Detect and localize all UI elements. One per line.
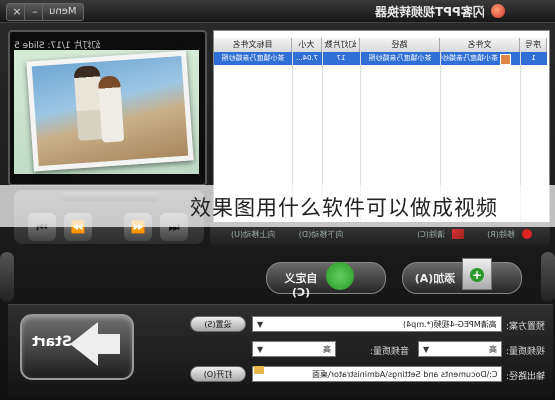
- folder-icon: [254, 366, 264, 374]
- output-path-field[interactable]: C:\Documents and Settings\Administrator\…: [252, 366, 502, 382]
- window-title: 闪客PPT视频转换器: [375, 5, 485, 19]
- move-up-button[interactable]: 向上移动(U): [222, 229, 284, 240]
- open-button[interactable]: 打开(O): [190, 366, 246, 382]
- add-button-label: 添加(A): [414, 272, 456, 285]
- chevron-down-icon: ▼: [423, 345, 430, 354]
- remove-icon[interactable]: [522, 229, 532, 239]
- menu-button[interactable]: Menu: [42, 3, 84, 21]
- customize-button-label: 自定义(C): [284, 272, 318, 299]
- cell-size: 7.04...: [295, 54, 319, 62]
- audio-quality-label: 音频质量:: [370, 347, 410, 357]
- move-down-button[interactable]: 向下移动(D): [290, 229, 352, 240]
- right-side-arrow[interactable]: [541, 252, 555, 302]
- start-arrow-icon: [70, 322, 98, 366]
- chevron-down-icon: ▼: [257, 320, 264, 329]
- audio-quality-dropdown[interactable]: ▼ 高: [252, 341, 336, 357]
- cell-path: 茶小镇度乃亲婚纱照: [368, 54, 432, 62]
- left-side-arrow[interactable]: [0, 252, 14, 302]
- cell-slides: 17: [336, 54, 346, 62]
- preset-dropdown[interactable]: ▼ 高清MPEG-4视频(*.mp4): [252, 316, 502, 332]
- ppt-file-icon: [500, 54, 511, 65]
- cell-filename: 茶小镇度乃亲婚纱照: [440, 54, 498, 62]
- preset-value: 高清MPEG-4视频(*.mp4): [403, 320, 497, 329]
- cell-index: 1: [531, 54, 536, 62]
- preset-label: 预置方案:: [506, 322, 546, 332]
- clear-icon[interactable]: [452, 229, 464, 239]
- video-quality-dropdown[interactable]: ▼ 高: [418, 341, 502, 357]
- caption-text: 效果图用什么软件可以做成视频: [190, 196, 498, 220]
- col-size[interactable]: 大小: [292, 38, 322, 52]
- col-path[interactable]: 路径: [360, 38, 440, 52]
- app-logo-icon: [491, 4, 505, 18]
- start-arrow-tail: [96, 334, 120, 354]
- col-slides[interactable]: 幻灯片数: [322, 38, 360, 52]
- audio-quality-value: 高: [323, 345, 331, 354]
- col-target[interactable]: 目标文件名: [214, 38, 292, 52]
- settings-button[interactable]: 设置(S): [190, 316, 246, 332]
- clear-button[interactable]: 清除(C): [412, 229, 450, 240]
- add-plus-icon: +: [470, 268, 484, 282]
- output-path-value: C:\Documents and Settings\Administrator\…: [311, 370, 497, 379]
- output-path-label: 输出路径:: [506, 372, 546, 382]
- col-filename[interactable]: 文件名: [440, 38, 520, 52]
- video-quality-label: 视频质量:: [506, 347, 546, 357]
- remove-button[interactable]: 移除(R): [482, 229, 520, 240]
- menu-label: Menu: [49, 6, 77, 17]
- cell-target: 茶小镇度乃亲婚纱照: [221, 54, 285, 62]
- customize-tools-icon: [326, 262, 354, 290]
- photo-person-woman: [97, 75, 125, 143]
- start-label: Start: [32, 334, 72, 350]
- col-index[interactable]: 序号: [520, 38, 547, 52]
- video-quality-value: 高: [489, 345, 497, 354]
- chevron-down-icon: ▼: [257, 345, 264, 354]
